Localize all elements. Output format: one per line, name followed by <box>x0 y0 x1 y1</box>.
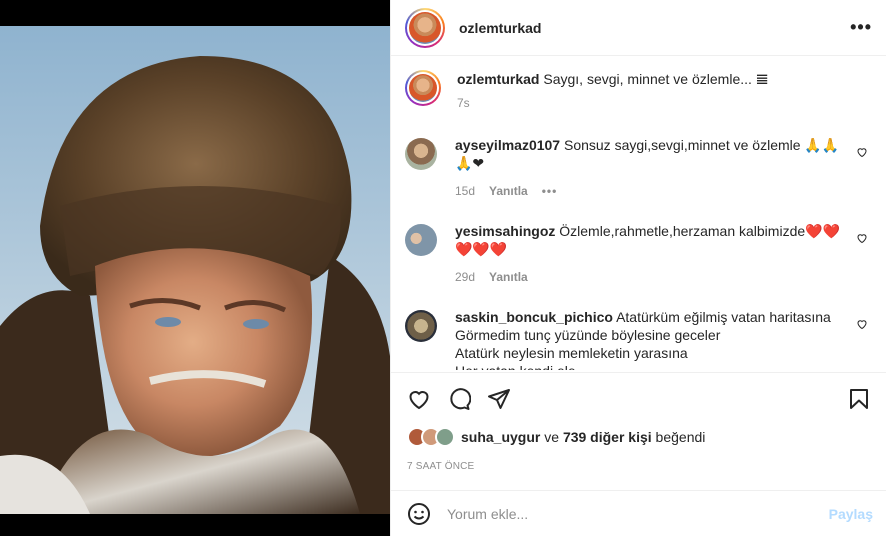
commenter-avatar[interactable] <box>405 310 437 342</box>
comment-text-line: Atatürk neylesin memleketin yarasına <box>455 345 688 361</box>
comment-time[interactable]: 15d <box>455 182 475 200</box>
comment-like-heart-icon[interactable] <box>856 232 868 244</box>
caption-text: Saygı, sevgi, minnet ve özlemle... 𝌆 <box>543 71 769 87</box>
post-media <box>0 0 390 536</box>
post-actions: suha_uygur ve 739 diğer kişi beğendi 7 S… <box>391 372 886 472</box>
reply-button[interactable]: Yanıtla <box>489 268 528 286</box>
author-username[interactable]: ozlemturkad <box>459 20 541 36</box>
post-dialog: ozlemturkad ••• ozlemturkad Saygı, sevgi… <box>0 0 886 536</box>
likes-count[interactable]: 739 diğer kişi <box>563 429 652 445</box>
caption: ozlemturkad Saygı, sevgi, minnet ve özle… <box>405 70 870 112</box>
comment-item: ayseyilmaz0107 Sonsuz saygi,sevgi,minnet… <box>405 136 870 200</box>
comment-input[interactable] <box>447 505 829 522</box>
post-image <box>0 26 390 514</box>
post-timestamp[interactable]: 7 SAAT ÖNCE <box>407 461 871 472</box>
caption-avatar[interactable] <box>405 70 441 106</box>
comment-username[interactable]: ayseyilmaz0107 <box>455 137 560 153</box>
more-options-icon[interactable]: ••• <box>850 17 872 38</box>
reply-button[interactable]: Yanıtla <box>489 182 528 200</box>
likes-summary: suha_uygur ve 739 diğer kişi beğendi <box>407 427 871 447</box>
post-comment-button[interactable]: Paylaş <box>829 506 873 522</box>
comment-text-line: Her vatan kendi ele... <box>455 362 848 370</box>
comments-panel: ozlemturkad ••• ozlemturkad Saygı, sevgi… <box>390 0 886 536</box>
caption-username[interactable]: ozlemturkad <box>457 71 539 87</box>
caption-time[interactable]: 7s <box>457 94 470 112</box>
comment-time[interactable]: 29d <box>455 268 475 286</box>
comment-like-heart-icon[interactable] <box>856 318 868 330</box>
comment-text-line: Atatürküm eğilmiş vatan haritasına <box>616 309 831 325</box>
liker-username[interactable]: suha_uygur <box>461 429 540 445</box>
post-header: ozlemturkad ••• <box>391 0 886 56</box>
comment-text-line: Görmedim tunç yüzünde böylesine geceler <box>455 327 721 343</box>
comment-item: saskin_boncuk_pichico Atatürküm eğilmiş … <box>405 308 870 370</box>
author-avatar[interactable] <box>405 7 445 48</box>
commenter-avatar[interactable] <box>405 138 437 170</box>
comment-more-icon[interactable]: ••• <box>542 182 558 200</box>
bookmark-icon[interactable] <box>847 387 871 411</box>
likes-suffix: beğendi <box>651 429 706 445</box>
comment-like-heart-icon[interactable] <box>856 146 868 158</box>
comment-item: yesimsahingoz Özlemle,rahmetle,herzaman … <box>405 222 870 286</box>
commenter-avatar[interactable] <box>405 224 437 256</box>
comment-list: ozlemturkad Saygı, sevgi, minnet ve özle… <box>391 56 886 370</box>
emoji-icon[interactable] <box>407 502 431 526</box>
comment-username[interactable]: saskin_boncuk_pichico <box>455 309 613 325</box>
likes-connector: ve <box>540 429 563 445</box>
heart-icon[interactable] <box>407 387 431 411</box>
add-comment-bar: Paylaş <box>391 490 886 536</box>
share-icon[interactable] <box>487 387 511 411</box>
comment-username[interactable]: yesimsahingoz <box>455 223 555 239</box>
comment-icon[interactable] <box>447 387 471 411</box>
liker-avatars[interactable] <box>407 427 455 447</box>
